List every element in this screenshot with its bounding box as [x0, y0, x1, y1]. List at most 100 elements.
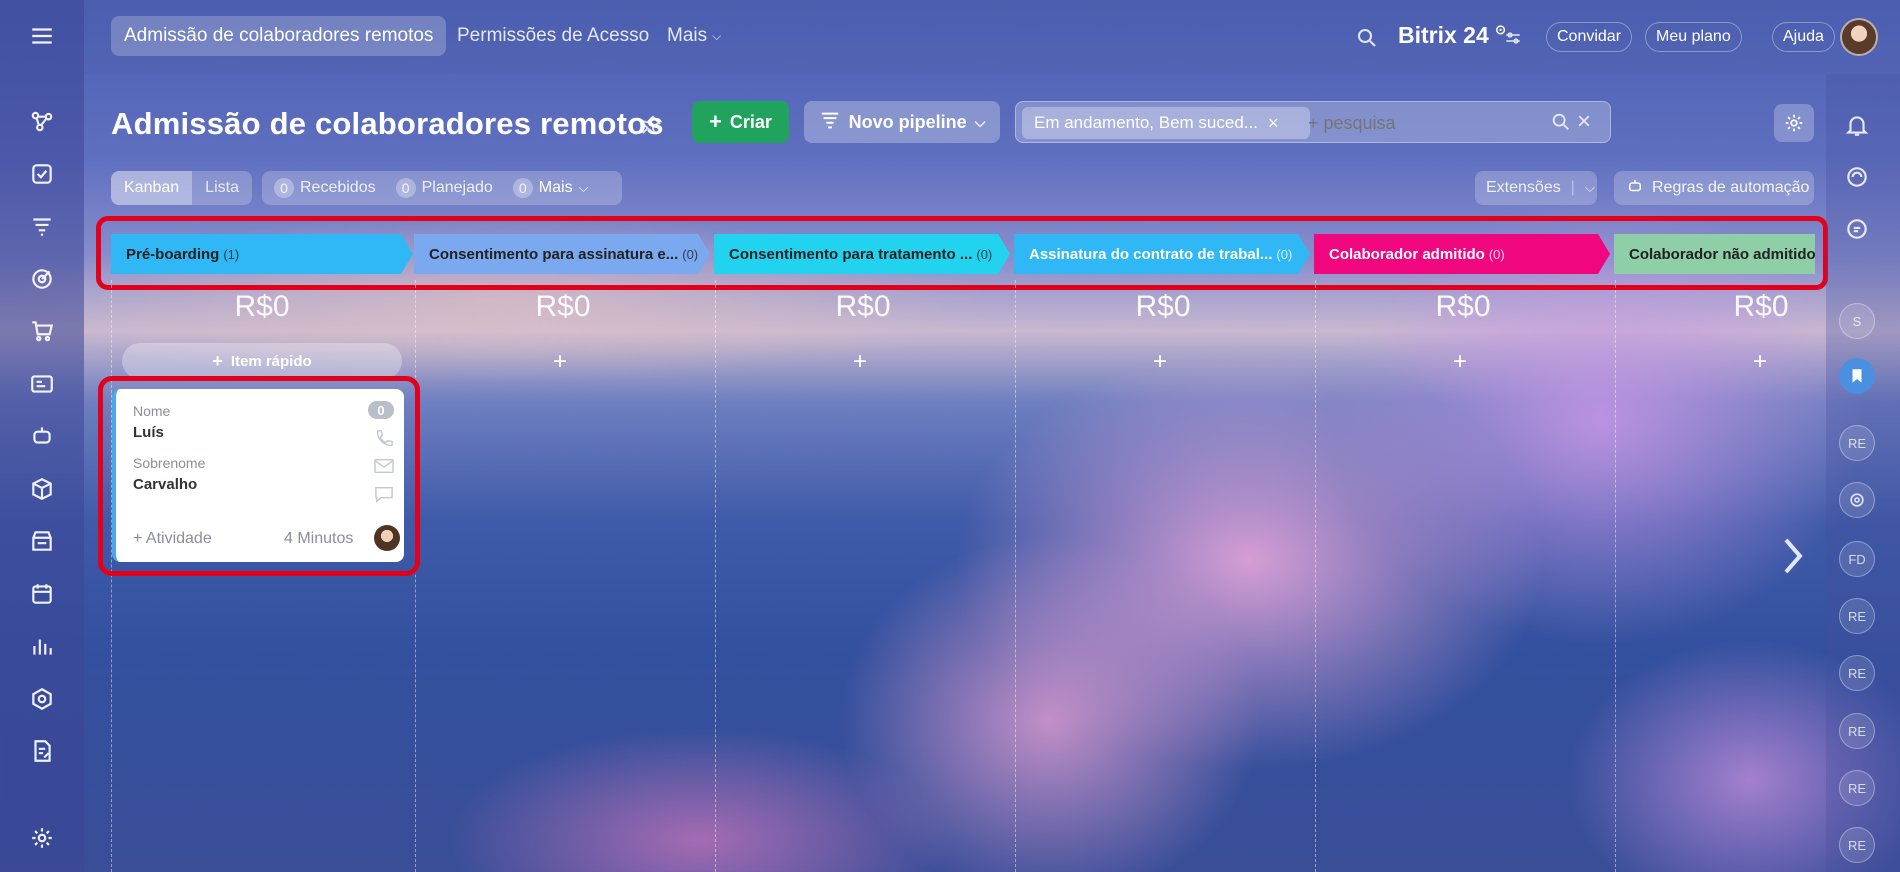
card-counter-badge: 0	[368, 401, 394, 419]
chevron-down-icon: ⌵	[712, 28, 722, 43]
view-list-button[interactable]: Lista	[192, 171, 252, 205]
filter-chip-label: Em andamento, Bem suced...	[1034, 113, 1258, 132]
bookmark-icon[interactable]	[1839, 358, 1875, 394]
tab-permissoes[interactable]: Permissões de Acesso	[457, 16, 649, 56]
add-activity-button[interactable]: + Atividade	[133, 530, 212, 548]
create-label: Criar	[729, 111, 772, 132]
pipeline-icon[interactable]	[24, 208, 60, 244]
goals-icon[interactable]	[24, 261, 60, 297]
extensions-button[interactable]: Extensões | ⌵	[1475, 171, 1597, 205]
counters-bar: 0 Recebidos 0 Planejado 0 Mais ⌵	[262, 171, 622, 205]
funnel-icon	[819, 109, 841, 136]
responsible-avatar[interactable]	[374, 525, 400, 551]
add-item-button[interactable]: +	[710, 348, 1010, 376]
add-item-button[interactable]: +	[410, 348, 710, 376]
help-button[interactable]: Ajuda	[1772, 22, 1835, 52]
planned-filter[interactable]: Planejado	[422, 179, 493, 197]
menu-icon[interactable]	[24, 18, 60, 54]
chevron-down-icon: ⌵	[578, 180, 589, 195]
received-filter[interactable]: Recebidos	[300, 179, 376, 197]
crm-icon[interactable]	[24, 103, 60, 139]
column-sum: R$0	[1435, 290, 1491, 323]
robot-icon[interactable]	[24, 418, 60, 454]
create-button[interactable]: + Criar	[692, 101, 789, 143]
stage-highlight-frame	[96, 216, 1828, 290]
group-chat-icon[interactable]	[1839, 482, 1875, 518]
search-icon[interactable]	[1550, 111, 1572, 138]
recent-chat-avatar[interactable]: RE	[1839, 713, 1875, 749]
add-item-button[interactable]: +	[1010, 348, 1310, 376]
column-divider	[111, 280, 112, 872]
robot-icon	[1626, 177, 1644, 200]
column-sum: R$0	[1135, 290, 1191, 323]
add-item-button[interactable]: +	[1310, 348, 1610, 376]
document-sign-icon[interactable]	[24, 733, 60, 769]
pin-icon[interactable]	[640, 114, 662, 136]
tasks-icon[interactable]	[24, 156, 60, 192]
close-icon[interactable]: ×	[1268, 113, 1279, 134]
calendar-icon[interactable]	[24, 576, 60, 612]
kanban-card[interactable]: Nome Luís Sobrenome Carvalho 0 + Ativida…	[112, 389, 404, 562]
automation-rules-button[interactable]: Regras de automação	[1614, 171, 1814, 205]
recent-chat-avatar[interactable]: RE	[1839, 598, 1875, 634]
more-filter[interactable]: Mais	[539, 179, 573, 197]
card-time: 4 Minutos	[284, 530, 354, 547]
quick-item-button[interactable]: + Item rápido	[122, 343, 402, 379]
plus-icon: +	[212, 350, 223, 371]
search-input[interactable]	[1308, 108, 1528, 138]
board-settings-button[interactable]	[1774, 104, 1814, 142]
column-sum: R$0	[535, 290, 591, 323]
cart-icon[interactable]	[24, 313, 60, 349]
recent-chat-avatar[interactable]: S	[1839, 303, 1875, 339]
recent-chat-avatar[interactable]: RE	[1839, 827, 1875, 863]
view-switch: Kanban Lista	[111, 171, 252, 205]
copilot-icon[interactable]	[1838, 158, 1876, 196]
surname-value[interactable]: Carvalho	[133, 476, 197, 493]
recent-chat-avatar[interactable]: FD	[1839, 541, 1875, 577]
my-plan-button[interactable]: Meu plano	[1645, 22, 1742, 52]
logo-text: Bitrix 24	[1398, 22, 1489, 48]
search-icon[interactable]	[1355, 26, 1379, 50]
column-sum: R$0	[835, 290, 891, 323]
store-icon[interactable]	[24, 523, 60, 559]
contacts-card-icon[interactable]	[24, 366, 60, 402]
invite-button[interactable]: Convidar	[1546, 22, 1633, 52]
filter-chip[interactable]: Em andamento, Bem suced... ×	[1022, 107, 1310, 139]
chat-icon[interactable]	[373, 485, 395, 503]
chevron-down-icon: ⌵	[974, 113, 986, 130]
planned-count: 0	[395, 178, 416, 198]
recent-chat-avatar[interactable]: RE	[1839, 425, 1875, 461]
tab-admissao[interactable]: Admissão de colaboradores remotos	[111, 16, 447, 56]
filter-search-box[interactable]: Em andamento, Bem suced... × ×	[1015, 101, 1611, 143]
name-label: Nome	[133, 403, 171, 419]
rules-label: Regras de automação	[1652, 179, 1810, 196]
analytics-icon[interactable]	[24, 628, 60, 664]
gear-icon	[1785, 114, 1803, 132]
phone-icon[interactable]	[373, 429, 395, 447]
support-chat-icon[interactable]	[1838, 210, 1876, 248]
chevron-down-icon: ⌵	[1584, 180, 1595, 195]
quick-item-label: Item rápido	[230, 352, 312, 370]
view-kanban-button[interactable]: Kanban	[111, 171, 193, 205]
tab-mais[interactable]: Mais ⌵	[667, 16, 721, 56]
bell-icon[interactable]	[1838, 106, 1876, 144]
surname-label: Sobrenome	[133, 455, 206, 471]
new-pipeline-button[interactable]: Novo pipeline ⌵	[804, 101, 1000, 143]
hexagon-icon[interactable]	[24, 681, 60, 717]
pipeline-label: Novo pipeline	[848, 111, 967, 132]
extensions-label: Extensões	[1486, 179, 1561, 196]
more-count: 0	[512, 178, 533, 198]
received-count: 0	[274, 178, 294, 198]
settings-gear-icon[interactable]	[24, 820, 60, 856]
box-icon[interactable]	[24, 471, 60, 507]
email-icon[interactable]	[373, 457, 395, 475]
plus-icon: +	[709, 109, 722, 134]
recent-chat-avatar[interactable]: RE	[1839, 655, 1875, 691]
sliders-icon[interactable]	[1504, 29, 1522, 47]
bitrix-logo[interactable]: Bitrix 24 ⊙	[1398, 22, 1506, 49]
scroll-right-icon[interactable]	[1778, 534, 1808, 578]
clear-icon[interactable]: ×	[1577, 108, 1591, 136]
recent-chat-avatar[interactable]: RE	[1839, 770, 1875, 806]
name-value[interactable]: Luís	[133, 424, 164, 441]
user-avatar[interactable]	[1840, 18, 1878, 56]
